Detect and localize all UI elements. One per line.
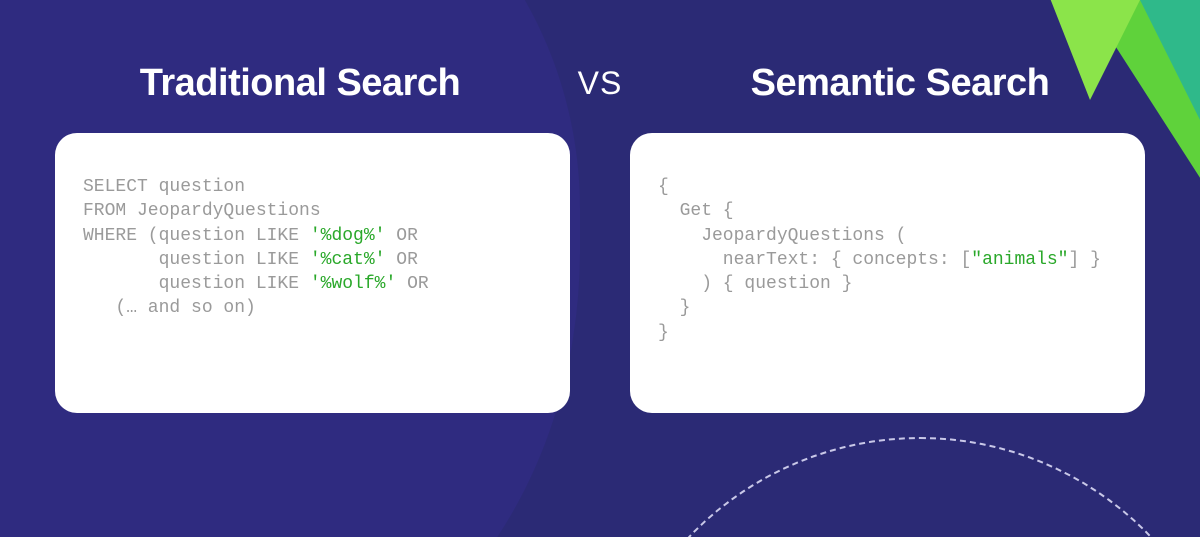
code-line: FROM JeopardyQuestions [83,201,321,221]
card-semantic-search: { Get { JeopardyQuestions ( nearText: { … [630,133,1145,413]
code-line-post: ] } [1068,250,1100,270]
code-block-graphql: { Get { JeopardyQuestions ( nearText: { … [658,175,1117,345]
code-line-post: OR [396,274,428,294]
title-vs: VS [565,65,635,102]
code-line: JeopardyQuestions ( [658,226,906,246]
code-line: ) { question } [658,274,852,294]
code-block-sql: SELECT question FROM JeopardyQuestions W… [83,175,542,321]
code-line-pre: question LIKE [83,274,310,294]
code-line: } [658,298,690,318]
title-semantic-search: Semantic Search [655,62,1145,105]
title-traditional-search: Traditional Search [55,62,545,105]
code-line: (… and so on) [83,298,256,318]
code-line: { [658,177,669,197]
code-line: SELECT question [83,177,245,197]
code-line-pre: question LIKE [83,250,310,270]
code-string-literal: '%dog%' [310,226,386,246]
code-string-literal: '%wolf%' [310,274,396,294]
headings-row: Traditional Search VS Semantic Search [55,62,1145,105]
code-line-post: OR [385,250,417,270]
code-line: Get { [658,201,734,221]
background-dashed-circle [600,437,1200,537]
code-line: } [658,323,669,343]
code-string-literal: '%cat%' [310,250,386,270]
card-traditional-search: SELECT question FROM JeopardyQuestions W… [55,133,570,413]
code-line-pre: WHERE (question LIKE [83,226,310,246]
code-string-literal: "animals" [971,250,1068,270]
code-line-post: OR [385,226,417,246]
code-line-pre: nearText: { concepts: [ [658,250,971,270]
